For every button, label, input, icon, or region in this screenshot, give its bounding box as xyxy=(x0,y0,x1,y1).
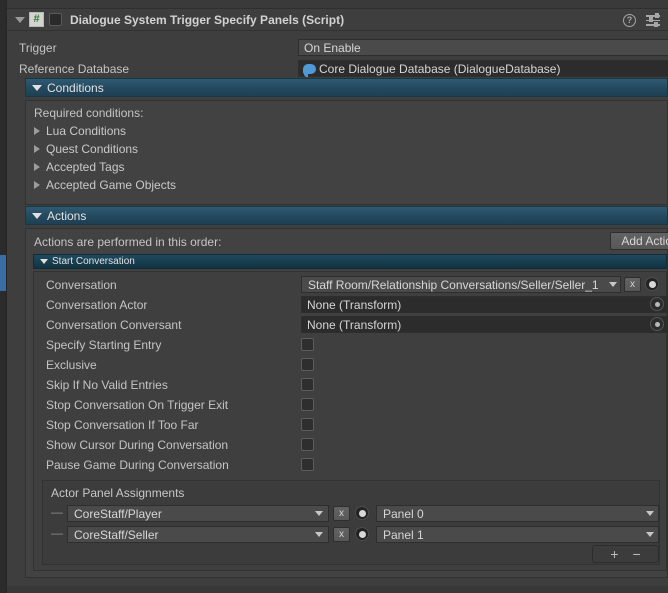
panel-dropdown-1[interactable]: Panel 1 xyxy=(376,526,659,543)
actor-clear-button-1[interactable]: x xyxy=(333,527,350,542)
condition-item-accepted-game-objects[interactable]: Accepted Game Objects xyxy=(34,176,667,194)
condition-item-accepted-tags[interactable]: Accepted Tags xyxy=(34,158,667,176)
required-conditions-label: Required conditions: xyxy=(34,106,144,120)
actions-header-label: Actions xyxy=(47,208,87,223)
start-conversation-foldout-icon xyxy=(40,259,48,264)
reorder-handle-icon[interactable]: — xyxy=(51,505,63,519)
checkbox-pause-game-during-conversation[interactable] xyxy=(301,458,314,471)
condition-item-label: Accepted Game Objects xyxy=(46,178,177,192)
conditions-section-header[interactable]: Conditions xyxy=(25,78,668,97)
chevron-down-icon xyxy=(646,511,654,516)
component-title: Dialogue System Trigger Specify Panels (… xyxy=(70,12,345,27)
list-add-remove-toolbar: + − xyxy=(592,545,659,563)
panel-dropdown-0[interactable]: Panel 0 xyxy=(376,505,659,522)
conversation-conversant-field[interactable]: None (Transform) xyxy=(301,316,668,333)
script-icon: # xyxy=(29,12,44,27)
conversation-actor-field[interactable]: None (Transform) xyxy=(301,296,668,313)
actor-panel-assignments-header: Actor Panel Assignments xyxy=(51,486,185,500)
chevron-right-icon xyxy=(34,181,40,189)
add-row-button[interactable]: + xyxy=(610,546,618,562)
condition-item-label: Lua Conditions xyxy=(46,124,127,138)
add-action-button[interactable]: Add Action xyxy=(610,232,668,250)
trigger-dropdown[interactable]: On Enable xyxy=(298,39,668,56)
actor-dropdown-0[interactable]: CoreStaff/Player xyxy=(67,505,329,522)
chevron-right-icon xyxy=(34,127,40,135)
checkbox-specify-starting-entry[interactable] xyxy=(301,338,314,351)
actions-foldout-icon xyxy=(32,212,42,219)
conversation-label: Conversation xyxy=(46,278,117,292)
toggle-row-pause-game-during-conversation[interactable]: Pause Game During Conversation xyxy=(34,455,668,475)
toggle-row-skip-if-no-valid-entries[interactable]: Skip If No Valid Entries xyxy=(34,375,668,395)
toggle-row-stop-conversation-if-too-far[interactable]: Stop Conversation If Too Far xyxy=(34,415,668,435)
toggle-label: Stop Conversation If Too Far xyxy=(46,418,199,432)
actions-order-label: Actions are performed in this order: xyxy=(34,235,222,249)
conversation-conversant-object-picker[interactable] xyxy=(650,317,664,331)
toggle-label: Specify Starting Entry xyxy=(46,338,162,352)
component-panel: # Dialogue System Trigger Specify Panels… xyxy=(7,8,668,586)
start-conversation-body: Conversation Staff Room/Relationship Con… xyxy=(33,271,668,571)
inspector-window: # Dialogue System Trigger Specify Panels… xyxy=(0,0,668,593)
toggle-label: Stop Conversation On Trigger Exit xyxy=(46,398,229,412)
toggle-row-show-cursor-during-conversation[interactable]: Show Cursor During Conversation xyxy=(34,435,668,455)
condition-item-quest[interactable]: Quest Conditions xyxy=(34,140,667,158)
reference-database-label: Reference Database xyxy=(19,62,130,76)
actions-panel: Actions are performed in this order: Add… xyxy=(25,228,668,578)
toggle-label: Pause Game During Conversation xyxy=(46,458,229,472)
chevron-down-icon xyxy=(609,282,617,287)
dialogue-database-icon xyxy=(303,64,316,77)
chevron-down-icon xyxy=(315,532,323,537)
reorder-handle-icon[interactable]: — xyxy=(51,526,63,540)
checkbox-stop-conversation-on-trigger-exit[interactable] xyxy=(301,398,314,411)
reference-database-field[interactable]: Core Dialogue Database (DialogueDatabase… xyxy=(298,60,668,77)
conversation-dropdown[interactable]: Staff Room/Relationship Conversations/Se… xyxy=(301,276,621,293)
component-header-icons: ? xyxy=(623,9,660,31)
start-conversation-subheader[interactable]: Start Conversation xyxy=(33,254,667,269)
chevron-right-icon xyxy=(34,145,40,153)
conditions-panel: Required conditions: Lua Conditions Ques… xyxy=(25,100,668,205)
chevron-right-icon xyxy=(34,163,40,171)
actions-section-header[interactable]: Actions xyxy=(25,206,668,225)
condition-item-label: Accepted Tags xyxy=(46,160,125,174)
actor-object-picker-0[interactable] xyxy=(355,506,369,520)
toggle-label: Skip If No Valid Entries xyxy=(46,378,168,392)
chevron-down-icon xyxy=(646,532,654,537)
component-foldout-icon[interactable] xyxy=(13,13,26,26)
conditions-header-label: Conditions xyxy=(47,80,104,95)
actor-panel-assignments-panel: Actor Panel Assignments — CoreStaff/Play… xyxy=(42,480,660,565)
condition-item-label: Quest Conditions xyxy=(46,142,139,156)
trigger-label: Trigger xyxy=(19,41,57,55)
conversation-actor-object-picker[interactable] xyxy=(650,297,664,311)
actor-object-picker-1[interactable] xyxy=(355,527,369,541)
checkbox-exclusive[interactable] xyxy=(301,358,314,371)
window-top-strip-inner xyxy=(7,0,668,8)
conversation-clear-button[interactable]: x xyxy=(624,277,641,292)
toggle-row-exclusive[interactable]: Exclusive xyxy=(34,355,668,375)
preset-settings-icon[interactable] xyxy=(646,13,660,27)
start-conversation-label: Start Conversation xyxy=(52,256,135,267)
toggle-label: Exclusive xyxy=(46,358,97,372)
component-enabled-checkbox[interactable] xyxy=(49,13,62,26)
conversation-conversant-label: Conversation Conversant xyxy=(46,318,182,332)
condition-item-lua[interactable]: Lua Conditions xyxy=(34,122,667,140)
toggle-label: Show Cursor During Conversation xyxy=(46,438,229,452)
component-header[interactable]: # Dialogue System Trigger Specify Panels… xyxy=(7,9,668,31)
checkbox-show-cursor-during-conversation[interactable] xyxy=(301,438,314,451)
toggle-row-specify-starting-entry[interactable]: Specify Starting Entry xyxy=(34,335,668,355)
checkbox-stop-conversation-if-too-far[interactable] xyxy=(301,418,314,431)
remove-row-button[interactable]: − xyxy=(633,546,641,562)
checkbox-skip-if-no-valid-entries[interactable] xyxy=(301,378,314,391)
conversation-object-picker[interactable] xyxy=(645,277,659,291)
help-icon[interactable]: ? xyxy=(623,13,636,27)
actor-clear-button-0[interactable]: x xyxy=(333,506,350,521)
toggle-row-stop-conversation-on-trigger-exit[interactable]: Stop Conversation On Trigger Exit xyxy=(34,395,668,415)
conditions-foldout-icon xyxy=(32,84,42,91)
chevron-down-icon xyxy=(315,511,323,516)
actor-dropdown-1[interactable]: CoreStaff/Seller xyxy=(67,526,329,543)
conversation-actor-label: Conversation Actor xyxy=(46,298,148,312)
